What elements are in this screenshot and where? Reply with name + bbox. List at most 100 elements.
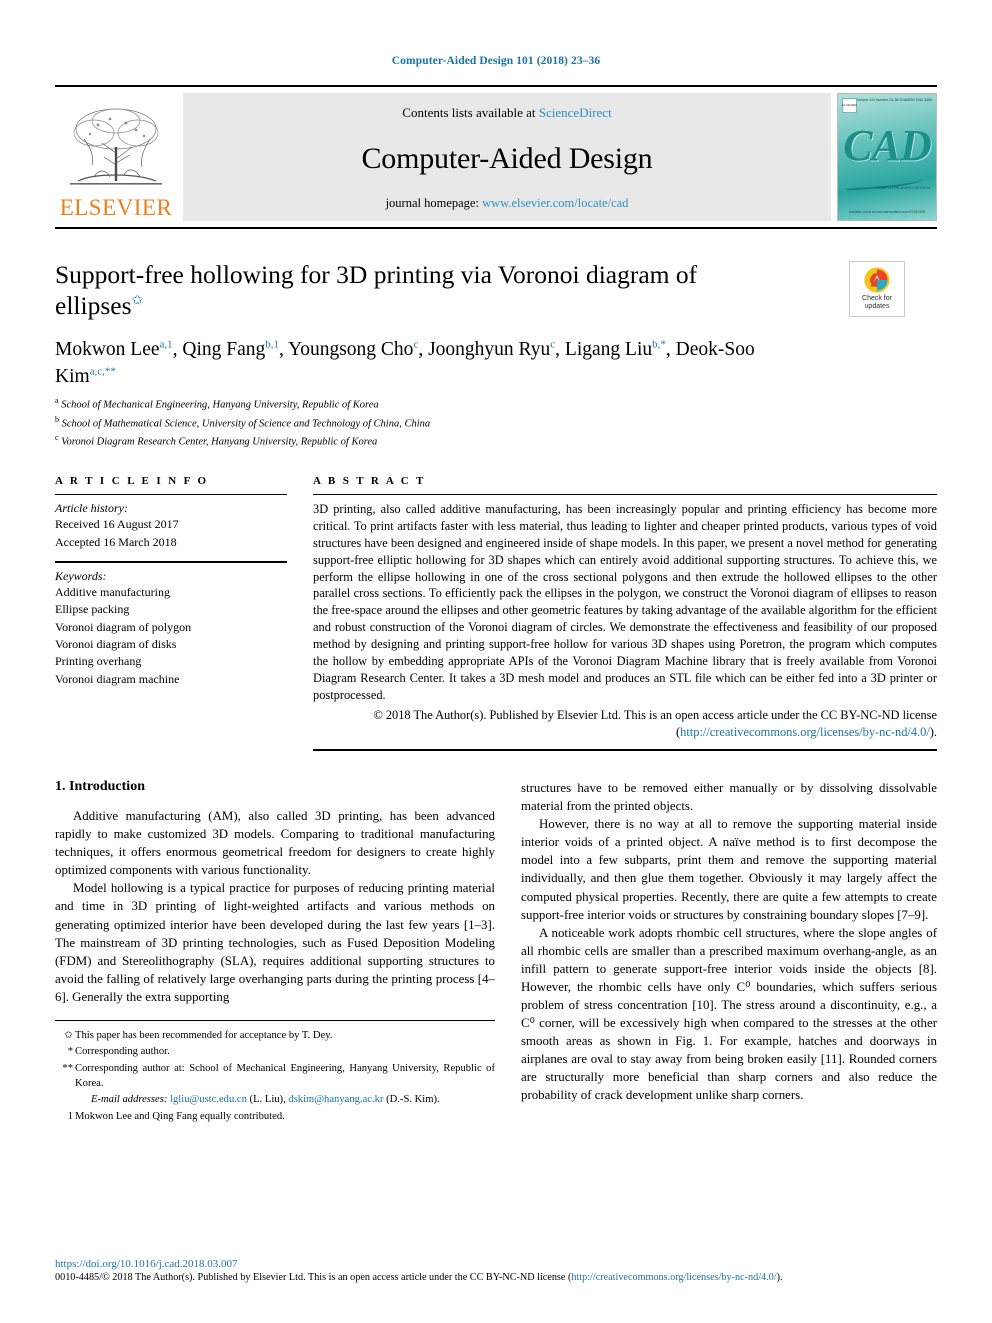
history-item: Received 16 August 2017 xyxy=(55,517,179,532)
paper-title-text: Support-free hollowing for 3D printing v… xyxy=(55,260,698,321)
footnote-marker: 1 xyxy=(67,1110,73,1122)
footnote-item: ✩ This paper has been recommended for acc… xyxy=(55,1028,495,1043)
body-columns: 1. Introduction Additive manufacturing (… xyxy=(55,779,937,1125)
title-footnote-star[interactable]: ✩ xyxy=(132,294,144,309)
affiliation-item: a School of Mechanical Engineering, Hany… xyxy=(55,395,937,414)
license-link[interactable]: http://creativecommons.org/licenses/by-n… xyxy=(680,725,930,739)
keyword-item: Additive manufacturing xyxy=(55,584,170,599)
footnote-area: ✩ This paper has been recommended for acc… xyxy=(55,1019,495,1124)
elsevier-wordmark: ELSEVIER xyxy=(59,195,173,220)
keyword-list: Additive manufacturing Ellipse packing V… xyxy=(55,584,287,688)
issn-text: 0010-4485/© 2018 The Author(s). Publishe… xyxy=(55,1271,572,1283)
article-info-heading: A R T I C L E I N F O xyxy=(55,475,209,488)
author-name: Youngsong Cho xyxy=(288,339,414,361)
affiliation-text: School of Mechanical Engineering, Hanyan… xyxy=(61,399,379,411)
author-affil-marker[interactable]: c xyxy=(550,339,555,351)
email-link-liu[interactable]: lgliu@ustc.edu.cn xyxy=(170,1094,247,1105)
crossmark-label: Check for updates xyxy=(862,295,892,311)
running-head: Computer-Aided Design 101 (2018) 23–36 xyxy=(391,55,601,67)
page-title: Support-free hollowing for 3D printing v… xyxy=(55,259,755,321)
cover-elsevier-mark: ELSEVIER xyxy=(842,98,857,113)
article-info-column: A R T I C L E I N F O Article history: R… xyxy=(55,475,287,751)
affiliation-marker: c xyxy=(55,433,59,443)
sciencedirect-link[interactable]: ScienceDirect xyxy=(539,105,612,120)
page-footer: https://doi.org/10.1016/j.cad.2018.03.00… xyxy=(55,1258,937,1285)
paragraph: Additive manufacturing (AM), also called… xyxy=(55,809,495,878)
affiliation-list: a School of Mechanical Engineering, Hany… xyxy=(55,395,937,451)
cover-cad-logo: CAD xyxy=(843,121,931,170)
body-left-column: 1. Introduction Additive manufacturing (… xyxy=(55,779,495,1125)
footer-license-link[interactable]: http://creativecommons.org/licenses/by-n… xyxy=(571,1272,776,1283)
divider xyxy=(313,749,937,752)
author-affil-marker[interactable]: a,1 xyxy=(160,339,173,351)
author-affil-marker[interactable]: b,1 xyxy=(265,339,279,351)
affiliation-text: School of Mathematical Science, Universi… xyxy=(61,418,431,430)
crossmark-line1: Check for xyxy=(862,294,892,302)
abstract-body: 3D printing, also called additive manufa… xyxy=(313,502,937,702)
author-entry[interactable]: Joonghyun Ryuc xyxy=(428,339,555,361)
footnote-marker: ✩ xyxy=(64,1029,73,1041)
journal-header-center: Contents lists available at ScienceDirec… xyxy=(183,93,831,221)
footnote-item: * Corresponding author. xyxy=(55,1044,495,1059)
journal-cover-thumbnail: ELSEVIER Volume 101 Number 23–36 2018 IS… xyxy=(837,93,937,221)
footnote-marker: ** xyxy=(62,1062,73,1074)
footnote-text: Corresponding author at: School of Mecha… xyxy=(75,1062,495,1089)
article-history-label: Article history: xyxy=(55,501,128,516)
divider xyxy=(313,494,937,496)
author-entry[interactable]: Youngsong Choc xyxy=(288,339,418,361)
body-right-column: structures have to be removed either man… xyxy=(521,779,937,1125)
author-name: Ligang Liu xyxy=(564,339,653,361)
email-addresses-label: E-mail addresses: xyxy=(91,1094,168,1106)
author-affil-marker[interactable]: a,c,** xyxy=(90,365,116,377)
paragraph: Model hollowing is a typical practice fo… xyxy=(55,881,495,1004)
author-affil-marker[interactable]: c xyxy=(413,339,418,351)
footnote-text: This paper has been recommended for acce… xyxy=(75,1029,333,1041)
author-entry[interactable]: Qing Fangb,1 xyxy=(182,339,279,361)
crossmark-badge[interactable]: Check for updates xyxy=(849,261,905,317)
abstract-copyright: © 2018 The Author(s). Published by Elsev… xyxy=(313,707,937,741)
keyword-item: Ellipse packing xyxy=(55,602,130,617)
history-item: Accepted 16 March 2018 xyxy=(55,534,177,549)
affiliation-marker: b xyxy=(55,414,59,424)
keyword-item: Voronoi diagram of polygon xyxy=(55,619,192,634)
crossmark-line2: updates xyxy=(864,303,890,310)
email-link-kim[interactable]: dskim@hanyang.ac.kr xyxy=(288,1094,383,1105)
footnote-text: Mokwon Lee and Qing Fang equally contrib… xyxy=(75,1110,285,1122)
divider xyxy=(55,560,287,563)
email-owner-liu: (L. Liu), xyxy=(246,1094,289,1106)
cover-topbar: ELSEVIER Volume 101 Number 23–36 2018 IS… xyxy=(842,98,932,113)
author-affil-marker[interactable]: b,* xyxy=(652,339,666,351)
issn-tail: ). xyxy=(776,1271,783,1283)
author-entry[interactable]: Ligang Liub,* xyxy=(564,339,666,361)
journal-header-band: ELSEVIER Contents lists available at Sci… xyxy=(55,85,937,229)
title-block: Support-free hollowing for 3D printing v… xyxy=(55,259,937,451)
keyword-item: Voronoi diagram machine xyxy=(55,671,180,686)
elsevier-tree-icon xyxy=(70,108,162,185)
author-list: Mokwon Leea,1, Qing Fangb,1, Youngsong C… xyxy=(55,338,755,387)
contents-line: Contents lists available at ScienceDirec… xyxy=(402,105,611,121)
cover-issn: ISSN 0010-4485 xyxy=(906,98,932,102)
footnote-item: ** Corresponding author at: School of Mec… xyxy=(55,1061,495,1092)
author-name: Qing Fang xyxy=(182,339,266,361)
keywords-label: Keywords: xyxy=(55,568,107,583)
crossmark-icon xyxy=(864,267,890,293)
affiliation-marker: a xyxy=(55,395,59,405)
paragraph: A noticeable work adopts rhombic cell st… xyxy=(521,925,937,1103)
author-entry[interactable]: Mokwon Leea,1 xyxy=(55,339,173,361)
section-heading-introduction: 1. Introduction xyxy=(55,779,145,795)
keyword-item: Printing overhang xyxy=(55,654,142,669)
homepage-url-link[interactable]: www.elsevier.com/locate/cad xyxy=(482,196,628,210)
elsevier-logo: ELSEVIER xyxy=(55,93,177,221)
email-owner-kim: (D.-S. Kim). xyxy=(383,1094,440,1106)
doi-link[interactable]: https://doi.org/10.1016/j.cad.2018.03.00… xyxy=(55,1258,937,1270)
homepage-prefix: journal homepage: xyxy=(385,196,483,210)
paragraph: structures have to be removed either man… xyxy=(521,781,937,814)
cover-subtitle: COMPUTER-AIDED DESIGN xyxy=(876,186,930,190)
journal-title: Computer-Aided Design xyxy=(361,141,653,175)
author-name: Joonghyun Ryu xyxy=(428,339,551,361)
affiliation-text: Voronoi Diagram Research Center, Hanyang… xyxy=(61,436,378,448)
divider xyxy=(55,494,287,496)
info-abstract-region: A R T I C L E I N F O Article history: R… xyxy=(55,475,937,752)
keyword-item: Voronoi diagram of disks xyxy=(55,637,177,652)
affiliation-item: c Voronoi Diagram Research Center, Hanya… xyxy=(55,432,937,451)
